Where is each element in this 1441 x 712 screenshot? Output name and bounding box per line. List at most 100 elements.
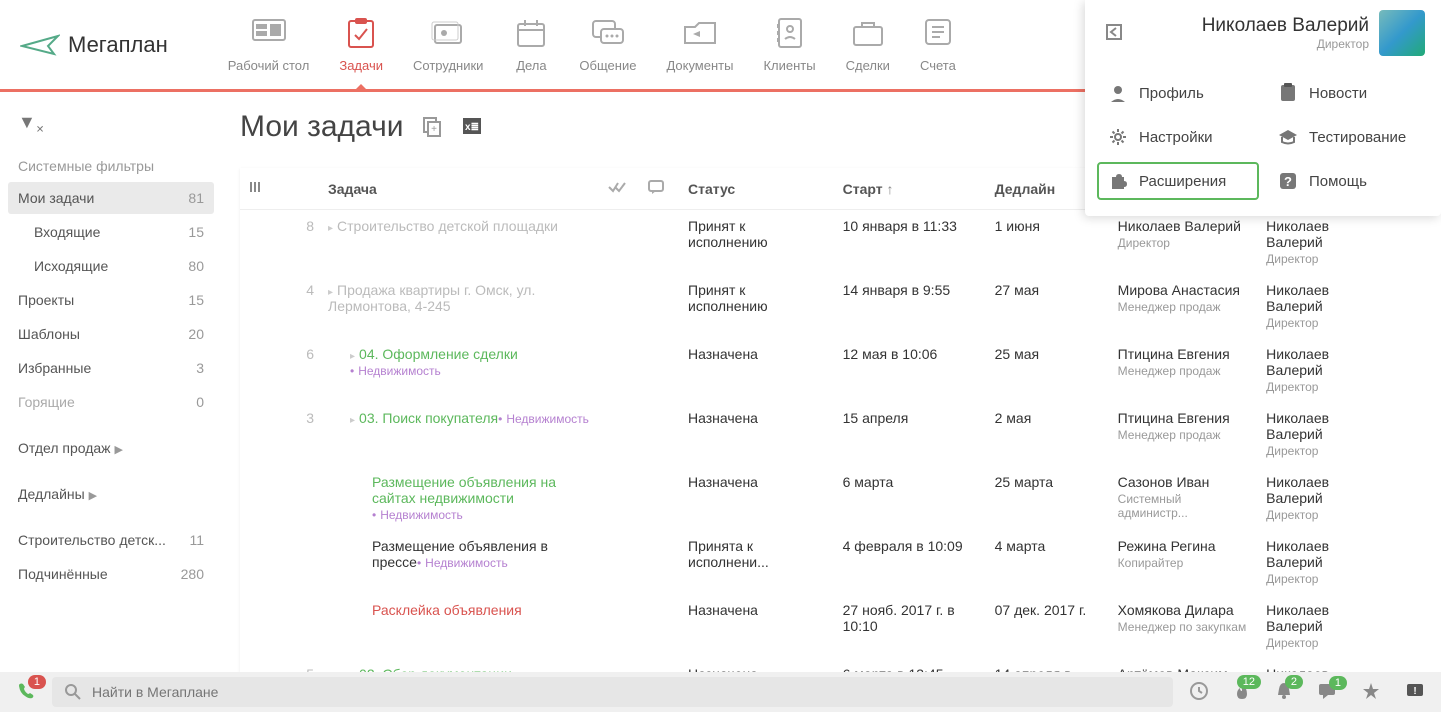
- chevron-right-icon[interactable]: ▸: [350, 351, 355, 362]
- bell-icon[interactable]: 2: [1275, 681, 1293, 704]
- puzzle-icon: [1107, 170, 1129, 192]
- progress: [600, 658, 640, 672]
- cell-start: 6 марта в 13:45: [835, 658, 987, 672]
- sidebar-my-tasks[interactable]: Мои задачи81: [8, 182, 214, 214]
- col-check[interactable]: [600, 168, 640, 210]
- task-name[interactable]: Расклейка объявления: [372, 602, 522, 618]
- chevron-right-icon[interactable]: ▸: [350, 415, 355, 426]
- bills-icon: [920, 16, 956, 50]
- sidebar-sales-dept[interactable]: Отдел продаж ▶: [8, 432, 214, 464]
- logo-text: Мегаплан: [68, 32, 168, 58]
- cell-status: Принят к исполнению: [680, 210, 835, 275]
- clipboard-icon: [1277, 82, 1299, 104]
- documents-icon: [682, 16, 718, 50]
- chevron-right-icon: ▶: [114, 444, 122, 456]
- phone-button[interactable]: 1: [16, 681, 36, 704]
- progress: [600, 530, 640, 594]
- nav-documents[interactable]: Документы: [666, 16, 733, 73]
- table-row[interactable]: Размещение объявления в прессеНедвижимос…: [240, 530, 1441, 594]
- menu-news[interactable]: Новости: [1267, 74, 1429, 112]
- star-icon[interactable]: [1361, 681, 1381, 704]
- search-input[interactable]: [92, 684, 1161, 700]
- fire-icon[interactable]: 12: [1233, 681, 1251, 704]
- column-settings[interactable]: +: [240, 168, 270, 210]
- cell-author: Николаев ВалерийДиректор: [1258, 210, 1388, 275]
- nav-deals[interactable]: Сделки: [846, 16, 890, 73]
- progress: [600, 274, 640, 338]
- table-row[interactable]: 5 ▸02. Сбор документацииНедвижимость Наз…: [240, 658, 1441, 672]
- desktop-icon: [251, 16, 287, 50]
- progress: [600, 210, 640, 275]
- table-row[interactable]: 6 ▸04. Оформление сделкиНедвижимость Наз…: [240, 338, 1441, 402]
- filter-icon[interactable]: ▼✕: [18, 112, 44, 132]
- deals-icon: [850, 16, 886, 50]
- sidebar-outgoing[interactable]: Исходящие80: [8, 250, 214, 282]
- message-icon[interactable]: 1: [1317, 682, 1337, 703]
- sidebar-projects[interactable]: Проекты15: [8, 284, 214, 316]
- cell-start: 6 марта: [835, 466, 987, 530]
- menu-profile[interactable]: Профиль: [1097, 74, 1259, 112]
- progress: [600, 338, 640, 402]
- cell-deadline: 14 апреля в 13:00: [987, 658, 1110, 672]
- help-icon: ?: [1277, 170, 1299, 192]
- task-name[interactable]: 04. Оформление сделки: [359, 346, 518, 362]
- sidebar-templates[interactable]: Шаблоны20: [8, 318, 214, 350]
- cell-author: Николаев ВалерийДиректор: [1258, 466, 1388, 530]
- sidebar-deadlines[interactable]: Дедлайны ▶: [8, 478, 214, 510]
- cell-status: Назначена: [680, 338, 835, 402]
- table-row[interactable]: 3 ▸03. Поиск покупателяНедвижимость Назн…: [240, 402, 1441, 466]
- sort-asc-icon: ↑: [887, 181, 894, 197]
- search-bar[interactable]: [52, 677, 1173, 707]
- excel-icon[interactable]: x≣: [461, 115, 483, 140]
- task-name[interactable]: Продажа квартиры г. Омск, ул. Лермонтова…: [328, 282, 535, 314]
- col-comment[interactable]: [640, 168, 680, 210]
- cell-responsible: Птицина ЕвгенияМенеджер продаж: [1110, 338, 1259, 402]
- task-name[interactable]: Строительство детской площадки: [337, 218, 558, 234]
- chevron-right-icon[interactable]: ▸: [328, 287, 333, 298]
- menu-help[interactable]: ? Помощь: [1267, 162, 1429, 200]
- table-row[interactable]: 4 ▸Продажа квартиры г. Омск, ул. Лермонт…: [240, 274, 1441, 338]
- task-name[interactable]: 03. Поиск покупателя: [359, 410, 498, 426]
- affairs-icon: [513, 16, 549, 50]
- table-row[interactable]: Размещение объявления на сайтах недвижим…: [240, 466, 1441, 530]
- copy-icon[interactable]: +: [421, 115, 443, 140]
- nav-affairs[interactable]: Дела: [513, 16, 549, 73]
- employees-icon: [430, 16, 466, 50]
- nav-chat[interactable]: Общение: [579, 16, 636, 73]
- svg-text:+: +: [432, 124, 438, 135]
- menu-testing[interactable]: Тестирование: [1267, 118, 1429, 156]
- col-start[interactable]: Старт ↑: [835, 168, 987, 210]
- expand-icon: [1105, 23, 1123, 44]
- row-number: [270, 594, 320, 658]
- avatar[interactable]: [1379, 10, 1425, 56]
- sidebar-subordinates[interactable]: Подчинённые280: [8, 558, 214, 590]
- nav-desktop[interactable]: Рабочий стол: [228, 16, 310, 73]
- task-tag: Недвижимость: [372, 508, 463, 522]
- clock-icon[interactable]: [1189, 681, 1209, 704]
- nav-employees[interactable]: Сотрудники: [413, 16, 483, 73]
- user-header[interactable]: Николаев Валерий Директор: [1085, 0, 1441, 66]
- table-row[interactable]: Расклейка объявления Назначена 27 нояб. …: [240, 594, 1441, 658]
- search-icon: [64, 683, 82, 701]
- nav-bills[interactable]: Счета: [920, 16, 956, 73]
- nav-tasks[interactable]: Задачи: [339, 16, 383, 73]
- menu-extensions[interactable]: Расширения: [1097, 162, 1259, 200]
- nav-clients[interactable]: Клиенты: [763, 16, 815, 73]
- cell-responsible: Артёмов МаксимРуководитель проектов: [1110, 658, 1259, 672]
- cell-start: 12 мая в 10:06: [835, 338, 987, 402]
- user-menu: Николаев Валерий Директор Профиль Новост…: [1085, 0, 1441, 216]
- task-name[interactable]: Размещение объявления на сайтах недвижим…: [372, 474, 556, 506]
- sidebar-incoming[interactable]: Входящие15: [8, 216, 214, 248]
- menu-settings[interactable]: Настройки: [1097, 118, 1259, 156]
- sidebar-construction[interactable]: Строительство детск...11: [8, 524, 214, 556]
- col-task[interactable]: Задача: [320, 168, 600, 210]
- chevron-right-icon[interactable]: ▸: [328, 223, 333, 234]
- chevron-right-icon: ▶: [89, 490, 97, 502]
- logo[interactable]: Мегаплан: [20, 32, 168, 58]
- sidebar-favorites[interactable]: Избранные3: [8, 352, 214, 384]
- col-status[interactable]: Статус: [680, 168, 835, 210]
- sidebar-burning[interactable]: Горящие0: [8, 386, 214, 418]
- table-row[interactable]: 8 ▸Строительство детской площадки Принят…: [240, 210, 1441, 275]
- row-number: 4: [270, 274, 320, 338]
- feedback-icon[interactable]: !: [1405, 682, 1425, 703]
